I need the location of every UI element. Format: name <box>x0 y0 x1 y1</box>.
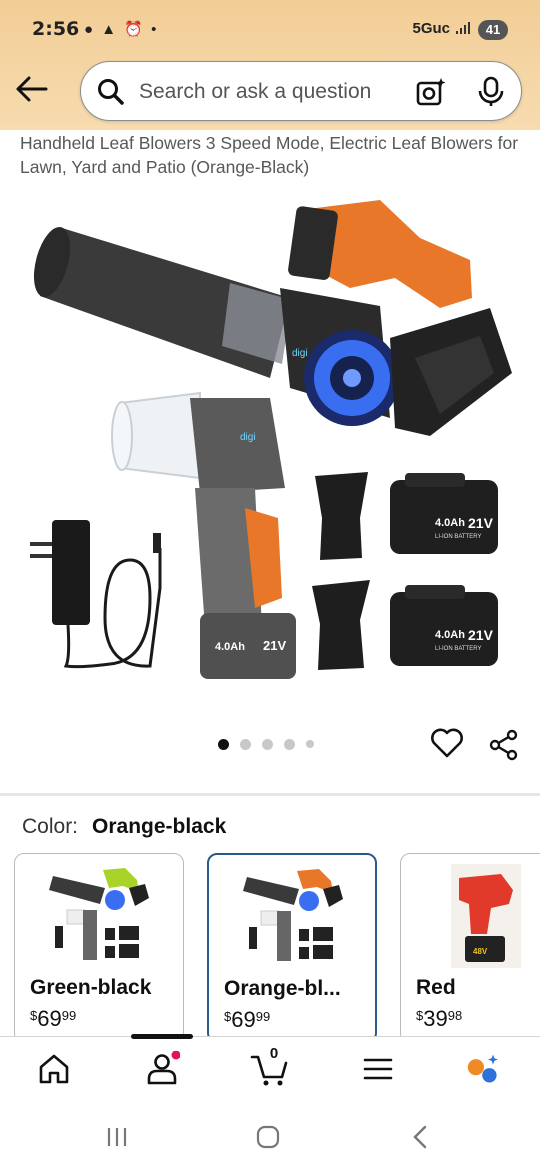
charger-illustration <box>30 520 162 669</box>
battery-1-type: LI-ION BATTERY <box>435 534 481 540</box>
battery-2-voltage: 21V <box>468 627 494 643</box>
color-option-name: Orange-bl... <box>224 977 341 1000</box>
green-black-thumbnail <box>49 868 149 960</box>
battery-capacity-label: 4.0Ah <box>215 641 245 653</box>
color-label-value: Orange-black <box>92 815 227 838</box>
system-back-icon[interactable] <box>408 1124 432 1150</box>
battery-indicator: 41 <box>478 20 508 40</box>
carousel-dot[interactable] <box>284 738 295 750</box>
app-header: 2:56 ● ▲ ⏰ • 5Guc 41 <box>0 0 540 130</box>
product-title[interactable]: Handheld Leaf Blowers 3 Speed Mode, Elec… <box>20 131 520 179</box>
compact-blower-illustration: digi 4.0Ah 21V <box>111 391 296 679</box>
menu-icon[interactable] <box>360 1051 396 1087</box>
orange-black-thumbnail <box>243 869 343 961</box>
battery-2-type: LI-ION BATTERY <box>435 646 481 652</box>
red-battery-label: 48V <box>473 947 488 956</box>
status-time: 2:56 <box>32 18 80 40</box>
signal-icon <box>456 22 470 34</box>
battery-1-voltage: 21V <box>468 515 494 531</box>
carousel-dot[interactable] <box>240 738 251 750</box>
color-option-name: Green-black <box>30 976 152 999</box>
search-input[interactable] <box>139 76 399 108</box>
color-option-price: $3998 <box>416 1006 463 1031</box>
brand-label: digi <box>292 348 308 359</box>
back-arrow-icon[interactable] <box>14 74 50 104</box>
bottom-navigation: 0 <box>0 1034 540 1106</box>
carousel-dot[interactable] <box>218 738 229 750</box>
image-carousel-dots[interactable] <box>218 738 314 750</box>
cart-button[interactable]: 0 <box>250 1045 288 1087</box>
color-option-price: $6999 <box>224 1007 271 1032</box>
section-divider <box>0 793 540 796</box>
red-thumbnail: 48V <box>451 864 521 968</box>
spare-batteries-illustration: 4.0Ah 21V LI-ION BATTERY 4.0Ah 21V LI-IO… <box>390 473 498 666</box>
color-label-key: Color: <box>22 815 79 838</box>
color-option-red[interactable]: 48V Red $3998 <box>400 853 540 1043</box>
color-option-price: $6999 <box>30 1006 77 1031</box>
active-tab-indicator <box>131 1034 193 1039</box>
status-bar: 2:56 ● ▲ ⏰ • 5Guc 41 <box>0 14 540 46</box>
account-icon[interactable] <box>144 1051 180 1087</box>
battery-voltage-label: 21V <box>263 638 286 653</box>
cart-count: 0 <box>269 1045 279 1062</box>
home-button-icon[interactable] <box>255 1124 281 1150</box>
home-icon[interactable] <box>36 1051 72 1087</box>
color-option-orange-black[interactable]: Orange-bl... $6999 <box>207 853 377 1043</box>
recent-apps-icon[interactable] <box>104 1124 130 1150</box>
system-navigation-bar <box>0 1106 540 1170</box>
battery-1-capacity: 4.0Ah <box>435 517 465 529</box>
rufus-assistant-icon[interactable] <box>466 1051 502 1087</box>
share-icon[interactable] <box>488 729 520 761</box>
color-selector-label: Color: Orange-black <box>22 815 226 839</box>
product-image[interactable]: digi digi 4.0Ah 21V 4.0Ah 21V LI-ION BAT… <box>0 188 540 718</box>
search-icon <box>98 79 124 105</box>
nozzle-attachments-illustration <box>312 472 370 670</box>
search-bar[interactable] <box>80 61 522 121</box>
status-notification-icons: ● ▲ ⏰ • <box>84 21 159 38</box>
brand-label-2: digi <box>240 432 256 443</box>
carousel-dot[interactable] <box>306 740 314 748</box>
battery-2-capacity: 4.0Ah <box>435 629 465 641</box>
microphone-icon[interactable] <box>477 76 505 108</box>
heart-icon[interactable] <box>430 727 464 759</box>
camera-search-icon[interactable] <box>415 76 447 108</box>
carousel-dot[interactable] <box>262 738 273 750</box>
color-option-green-black[interactable]: Green-black $6999 <box>14 853 184 1043</box>
network-indicator: 5Guc <box>412 20 450 37</box>
color-option-name: Red <box>416 976 456 999</box>
